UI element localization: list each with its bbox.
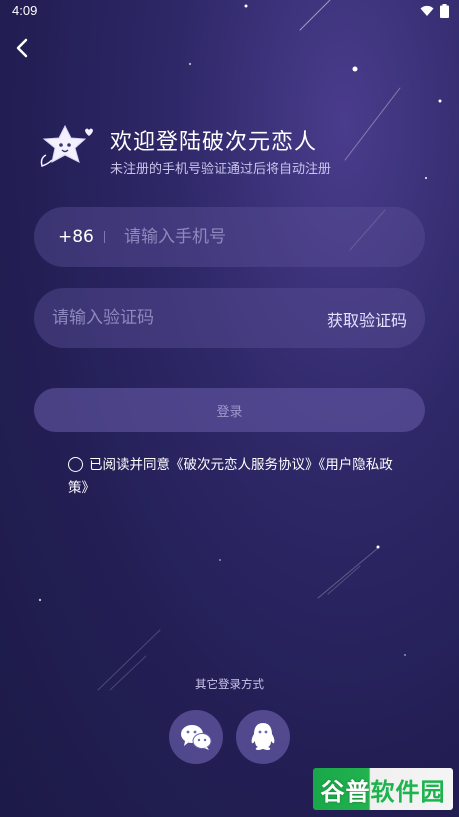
phone-input[interactable] xyxy=(124,207,404,267)
divider xyxy=(104,231,105,243)
phone-field: +86 xyxy=(34,207,425,267)
other-login-label: 其它登录方式 xyxy=(195,677,264,691)
agreement-checkbox[interactable] xyxy=(68,457,83,472)
verification-code-input[interactable] xyxy=(52,288,312,348)
login-button[interactable]: 登录 xyxy=(34,388,425,432)
qq-icon xyxy=(251,723,275,750)
agreement-row: 已阅读并同意《破次元恋人服务协议》《用户隐私政策》 xyxy=(68,454,408,500)
code-field: 获取验证码 xyxy=(34,288,425,348)
watermark-part2: 软件园 xyxy=(370,777,446,806)
country-code[interactable]: +86 xyxy=(58,227,94,247)
status-time: 4:09 xyxy=(12,3,38,18)
service-agreement-link[interactable]: 《破次元恋人服务协议》 xyxy=(170,457,319,473)
agreement-prefix: 已阅读并同意 xyxy=(89,457,170,473)
welcome-title: 欢迎登陆破次元恋人 xyxy=(110,130,318,155)
watermark-part1: 谷普 xyxy=(320,777,371,806)
back-button[interactable] xyxy=(10,36,34,60)
status-bar: 4:09 xyxy=(0,0,459,24)
qq-login-button[interactable] xyxy=(236,710,290,764)
battery-icon xyxy=(440,4,449,18)
wechat-icon xyxy=(181,725,212,750)
welcome-subtitle: 未注册的手机号验证通过后将自动注册 xyxy=(110,162,332,177)
get-code-button[interactable]: 获取验证码 xyxy=(327,307,407,331)
wifi-icon xyxy=(420,5,434,16)
chevron-left-icon xyxy=(16,38,28,58)
watermark-logo: 谷普 软件园 xyxy=(313,768,453,810)
star-mascot-icon xyxy=(40,124,93,167)
wechat-login-button[interactable] xyxy=(169,710,223,764)
